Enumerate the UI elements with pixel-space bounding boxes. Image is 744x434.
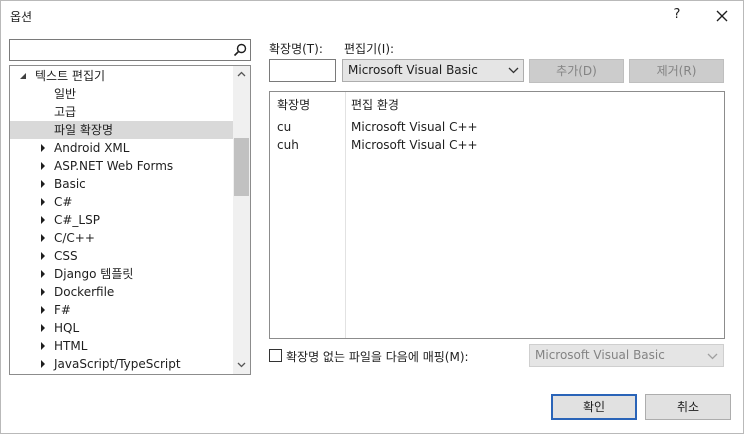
chevron-down-icon [508, 67, 519, 74]
tree-item[interactable]: ASP.NET Web Forms [10, 157, 233, 175]
tree-item[interactable]: HTML [10, 337, 233, 355]
tree-item-label: HQL [54, 321, 80, 335]
column-divider [345, 92, 346, 338]
tree-item[interactable]: 일반 [10, 85, 233, 103]
tree-item[interactable]: C# [10, 193, 233, 211]
editor-dropdown-value: Microsoft Visual Basic [348, 63, 478, 77]
tree-item[interactable]: F# [10, 301, 233, 319]
ok-button[interactable]: 확인 [551, 394, 637, 420]
chevron-up-icon [237, 71, 246, 77]
expand-caret-right-icon[interactable] [38, 337, 48, 355]
tree-item-label: 일반 [54, 87, 77, 101]
options-search-box [9, 39, 251, 61]
expand-caret-right-icon[interactable] [38, 301, 48, 319]
expand-caret-right-icon[interactable] [38, 211, 48, 229]
expand-caret-right-icon[interactable] [38, 139, 48, 157]
tree-item-label: ASP.NET Web Forms [54, 159, 174, 173]
column-header-extension[interactable]: 확장명 [277, 96, 310, 113]
tree-item-label: Django 템플릿 [54, 267, 134, 281]
options-search-input[interactable] [12, 41, 234, 59]
map-extensionless-label[interactable]: 확장명 없는 파일을 다음에 매핑(M): [286, 348, 469, 365]
tree-item-label: JavaScript/TypeScript [54, 357, 181, 371]
add-button[interactable]: 추가(D) [529, 59, 624, 83]
chevron-down-icon [237, 362, 246, 368]
scroll-down-button[interactable] [233, 357, 250, 374]
extension-field-box [269, 59, 336, 82]
chevron-down-icon [707, 353, 718, 360]
expand-caret-right-icon[interactable] [38, 319, 48, 337]
remove-button[interactable]: 제거(R) [629, 59, 724, 83]
tree-item-label: C#_LSP [54, 213, 100, 227]
cancel-button[interactable]: 취소 [645, 394, 731, 420]
expand-caret-right-icon[interactable] [38, 355, 48, 373]
editor-label: 편집기(I): [344, 42, 395, 56]
expand-caret-right-icon[interactable] [38, 283, 48, 301]
extension-field[interactable] [270, 60, 335, 81]
expand-caret-right-icon[interactable] [38, 265, 48, 283]
close-button[interactable] [711, 5, 733, 27]
list-item-extension[interactable]: cuh [277, 138, 299, 152]
expand-caret-right-icon[interactable] [38, 157, 48, 175]
expand-caret-down-icon[interactable] [18, 67, 28, 85]
scroll-up-button[interactable] [233, 66, 250, 83]
tree-item-label: 텍스트 편집기 [35, 69, 106, 83]
list-item-extension[interactable]: cu [277, 120, 291, 134]
column-header-editor[interactable]: 편집 환경 [351, 96, 399, 113]
tree-item[interactable]: 고급 [10, 103, 233, 121]
tree-item[interactable]: Dockerfile [10, 283, 233, 301]
expand-caret-right-icon[interactable] [38, 193, 48, 211]
list-item-editor[interactable]: Microsoft Visual C++ [351, 120, 478, 134]
search-icon[interactable] [233, 43, 247, 57]
tree-item-label: F# [54, 303, 71, 317]
expand-caret-right-icon[interactable] [38, 175, 48, 193]
editor-dropdown[interactable]: Microsoft Visual Basic [342, 59, 524, 82]
tree-item-label: 파일 확장명 [54, 123, 114, 137]
help-button[interactable]: ? [669, 7, 685, 25]
close-icon [716, 10, 728, 22]
tree-vertical-scrollbar[interactable] [233, 66, 250, 374]
tree-item[interactable]: Django 템플릿 [10, 265, 233, 283]
tree-item[interactable]: CSS [10, 247, 233, 265]
tree-item-label: 고급 [54, 105, 77, 119]
expand-caret-right-icon[interactable] [38, 229, 48, 247]
map-extensionless-checkbox[interactable] [269, 349, 282, 362]
tree-item-label: Dockerfile [54, 285, 115, 299]
extensionless-editor-value: Microsoft Visual Basic [535, 348, 665, 362]
options-dialog: 옵션 ? JavaScript/TypeScript HTML HQL F# Docke… [0, 0, 744, 434]
scroll-thumb[interactable] [234, 138, 249, 196]
tree-item[interactable]: HQL [10, 319, 233, 337]
tree-item[interactable]: Android XML [10, 139, 233, 157]
extension-label: 확장명(T): [269, 42, 323, 56]
tree-item[interactable]: C#_LSP [10, 211, 233, 229]
expand-caret-right-icon[interactable] [38, 247, 48, 265]
tree-item-label: C# [54, 195, 73, 209]
tree-item[interactable]: C/C++ [10, 229, 233, 247]
tree-item-label: HTML [54, 339, 88, 353]
tree-item-label: Android XML [54, 141, 130, 155]
options-tree: JavaScript/TypeScript HTML HQL F# Dockerfile… [9, 65, 251, 375]
tree-item[interactable]: 파일 확장명 [10, 121, 233, 139]
dialog-title: 옵션 [10, 10, 33, 24]
extension-list: 확장명 편집 환경 cu Microsoft Visual C++ cuh Mi… [269, 91, 725, 339]
tree-item-label: C/C++ [54, 231, 95, 245]
extensionless-editor-dropdown[interactable]: Microsoft Visual Basic [529, 344, 724, 367]
tree-item-label: Basic [54, 177, 86, 191]
tree-item[interactable]: 텍스트 편집기 [10, 67, 233, 85]
tree-item-label: CSS [54, 249, 78, 263]
tree-item[interactable]: JavaScript/TypeScript [10, 355, 233, 373]
list-item-editor[interactable]: Microsoft Visual C++ [351, 138, 478, 152]
tree-item[interactable]: Basic [10, 175, 233, 193]
